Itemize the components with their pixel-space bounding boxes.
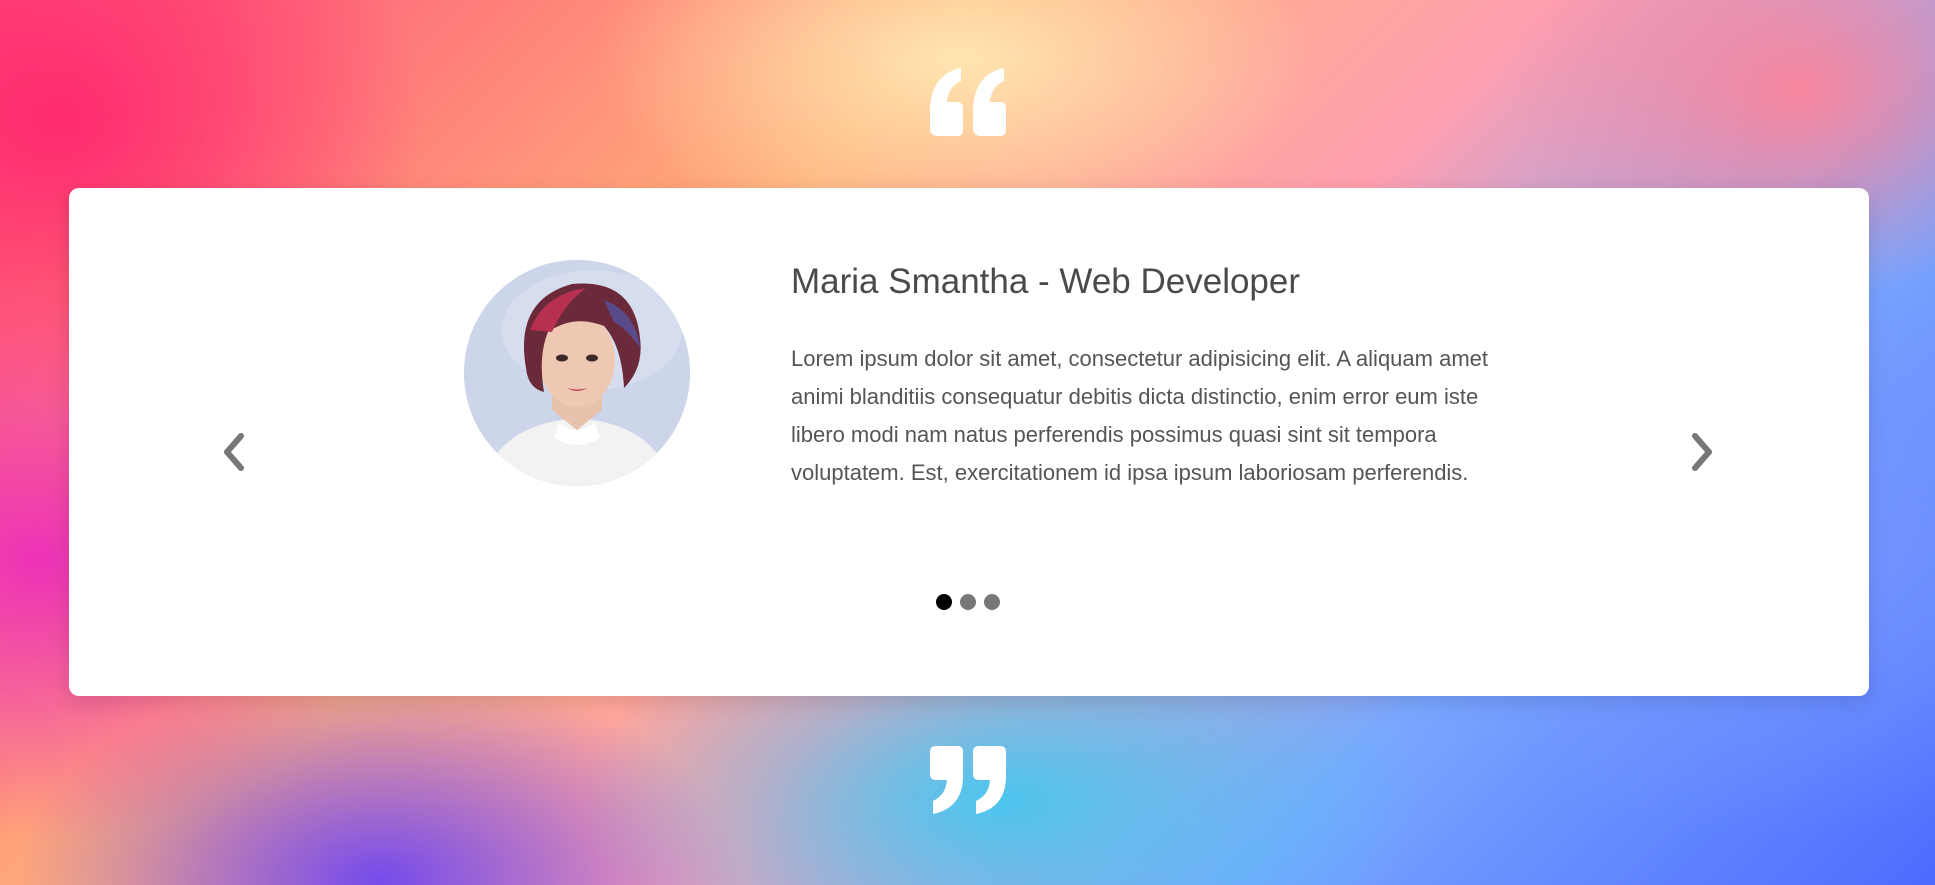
carousel-indicator[interactable]	[960, 594, 976, 610]
testimonial-card: Maria Smantha - Web Developer Lorem ipsu…	[69, 188, 1869, 696]
carousel-indicator[interactable]	[936, 594, 952, 610]
chevron-left-icon[interactable]	[219, 432, 249, 472]
testimonial-name: Maria Smantha - Web Developer	[791, 262, 1301, 301]
avatar	[464, 260, 690, 486]
testimonial-text: Lorem ipsum dolor sit amet, consectetur …	[791, 346, 1488, 485]
carousel-indicator[interactable]	[984, 594, 1000, 610]
quote-open-icon	[930, 68, 1006, 136]
carousel-indicators	[936, 594, 1000, 610]
quote-close-icon	[930, 746, 1006, 814]
chevron-right-icon[interactable]	[1687, 432, 1717, 472]
